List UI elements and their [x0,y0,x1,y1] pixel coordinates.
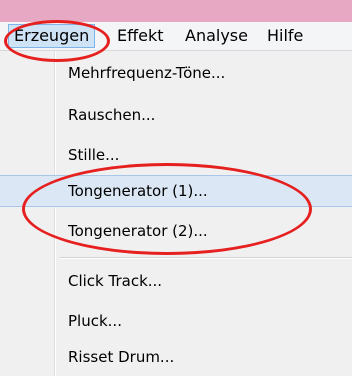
menu-item-label: Rauschen... [68,106,156,124]
menu-item-stille[interactable]: Stille... [0,139,352,171]
menu-bar: Erzeugen Effekt Analyse Hilfe [0,22,352,51]
menu-item-click-track[interactable]: Click Track... [0,265,352,297]
menu-hilfe[interactable]: Hilfe [262,25,308,47]
menu-item-tongenerator-1[interactable]: Tongenerator (1)... [0,175,352,207]
erzeugen-dropdown-menu: Mehrfrequenz-Töne... Rauschen... Stille.… [0,51,352,376]
menu-analyse[interactable]: Analyse [180,25,253,47]
menu-item-mehrfrequenz-toene[interactable]: Mehrfrequenz-Töne... [0,57,352,89]
menu-item-label: Risset Drum... [68,348,175,366]
menu-item-label: Pluck... [68,312,122,330]
menu-item-label: Click Track... [68,272,163,290]
menu-item-label: Mehrfrequenz-Töne... [68,64,226,82]
menu-item-risset-drum[interactable]: Risset Drum... [0,341,352,373]
menu-item-label: Tongenerator (2)... [68,222,208,240]
menu-separator [60,257,352,259]
menu-item-rauschen[interactable]: Rauschen... [0,99,352,131]
menu-erzeugen[interactable]: Erzeugen [8,24,96,48]
menu-item-label: Tongenerator (1)... [68,182,208,200]
menu-item-pluck[interactable]: Pluck... [0,305,352,337]
window-title-strip [0,0,352,22]
menu-item-tongenerator-2[interactable]: Tongenerator (2)... [0,215,352,247]
menu-item-label: Stille... [68,146,120,164]
menu-effekt[interactable]: Effekt [112,25,169,47]
